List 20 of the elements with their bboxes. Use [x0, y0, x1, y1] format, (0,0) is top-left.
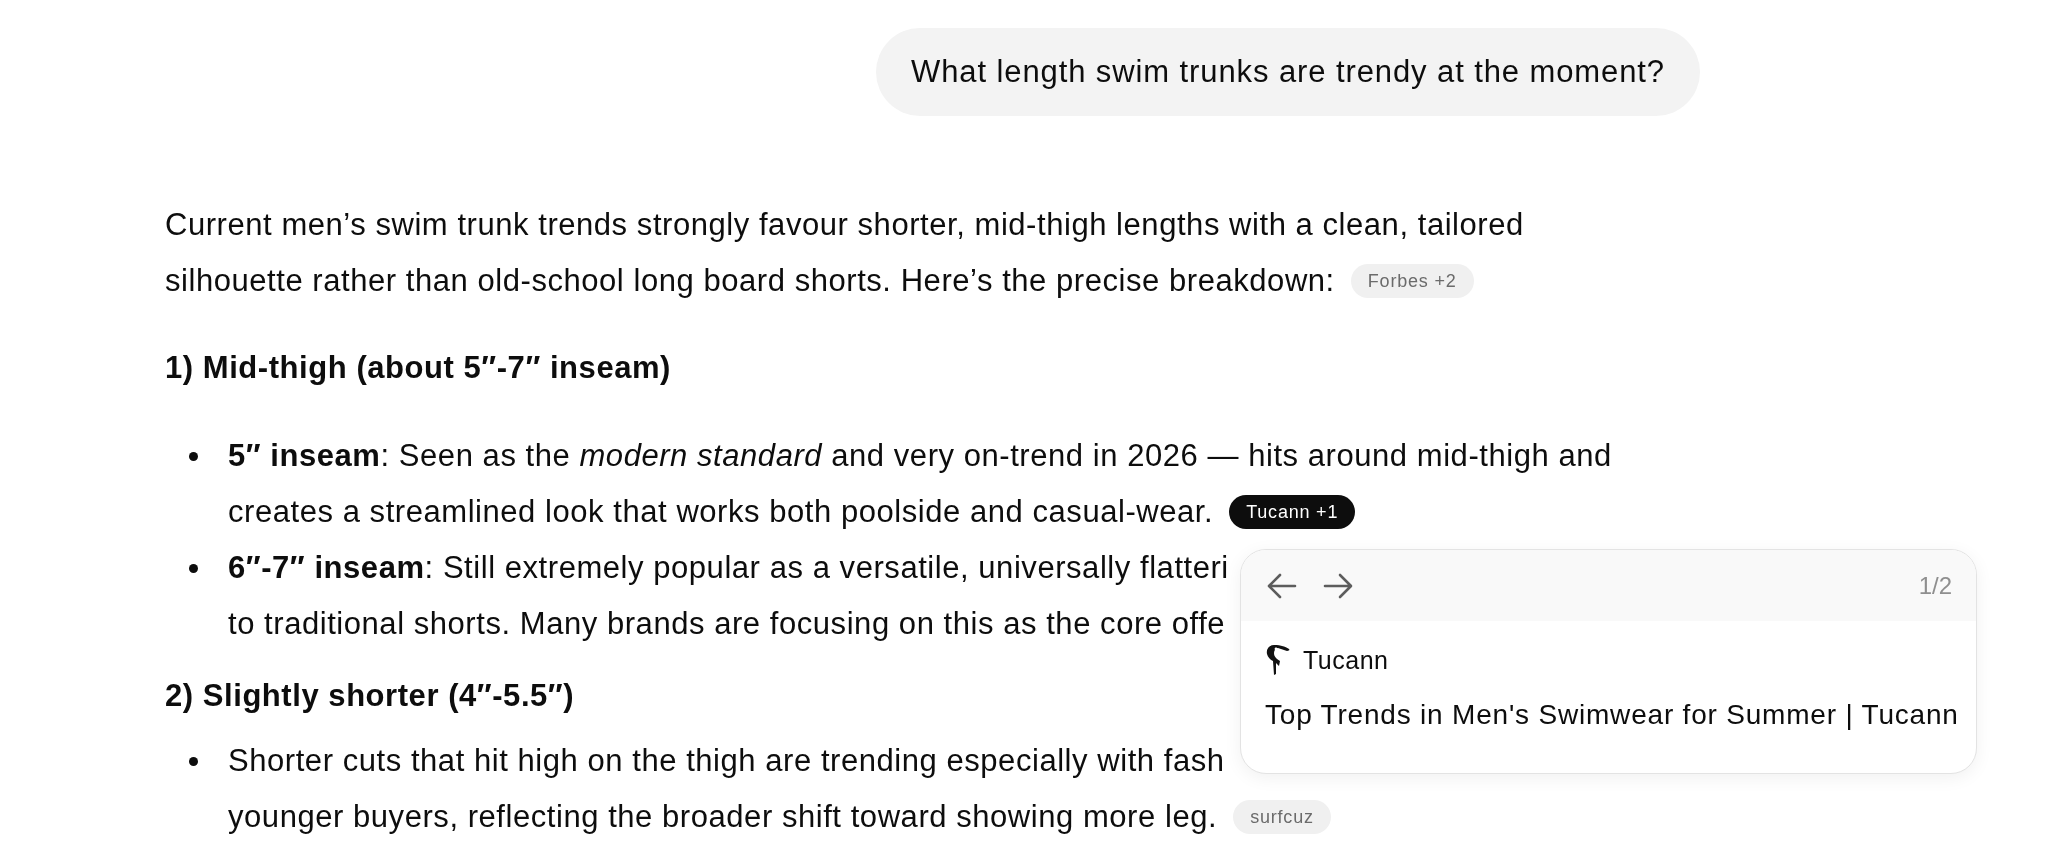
bullet-text-line: 5″ inseam: Seen as the modern standard and very on-trend in 2026 — hits around mid-thigh and [228, 438, 1612, 474]
bullet-text-line: creates a streamlined look that works both poolside and casual-wear. [228, 494, 1214, 530]
bullet-text-line: to traditional shorts. Many brands are focusing on this as the core offe [228, 606, 1226, 642]
answer-text-line: Current men’s swim trunk trends strongly favour shorter, mid-thigh lengths with a clean, tailored [165, 207, 1524, 243]
bullet-icon [189, 452, 198, 461]
citation-chip[interactable]: surfcuz [1233, 800, 1331, 834]
answer-text-line: silhouette rather than old-school long board shorts. Here’s the precise breakdown: [165, 263, 1335, 299]
section-heading: 2) Slightly shorter (4″-5.5″) [165, 677, 575, 715]
bullet-text-line: younger buyers, reflecting the broader shift toward showing more leg. [228, 799, 1218, 835]
source-title[interactable]: Top Trends in Men's Swimwear for Summer | Tucann [1265, 699, 1959, 731]
user-message: What length swim trunks are trendy at the moment? [876, 28, 1700, 116]
source-name: Tucann [1303, 645, 1389, 675]
bullet-icon [189, 564, 198, 573]
citation-chip[interactable]: Forbes +2 [1350, 264, 1474, 298]
bullet-text-line: 6″-7″ inseam: Still extremely popular as a versatile, universally flatteri [228, 550, 1229, 586]
section-heading: 1) Mid-thigh (about 5″-7″ inseam) [165, 349, 671, 387]
page-counter: 1/2 [1918, 571, 1952, 600]
citation-chip[interactable]: Tucann +1 [1229, 495, 1356, 529]
bullet-text-line: Shorter cuts that hit high on the thigh are trending especially with fash [228, 743, 1225, 779]
bullet-icon [189, 757, 198, 766]
